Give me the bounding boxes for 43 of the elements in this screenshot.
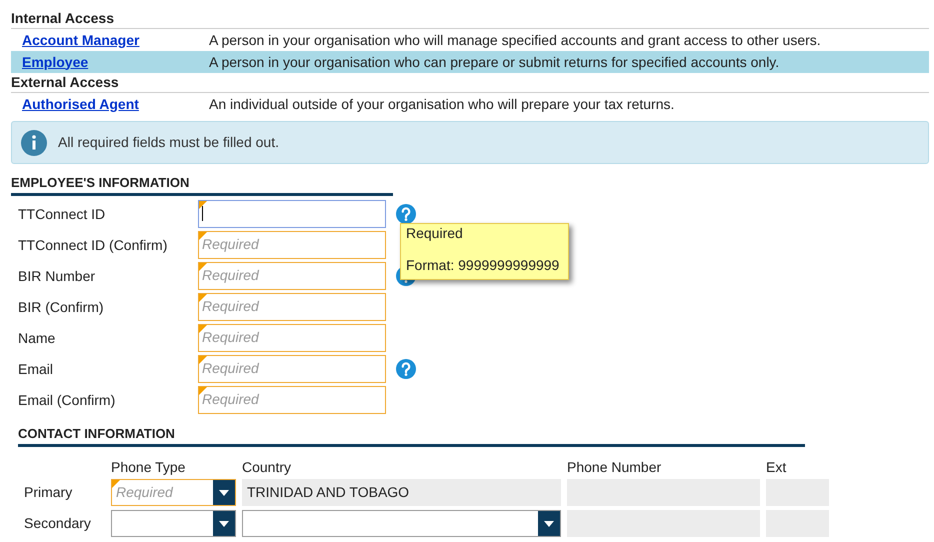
text-field[interactable]: Required <box>198 292 386 320</box>
tooltip-text: Format: 9999999999999 <box>406 257 560 273</box>
text-field[interactable]: Required <box>198 354 386 382</box>
role-description: An individual outside of your organisation who will prepare your tax returns. <box>209 94 674 114</box>
row-label: Primary <box>23 483 74 502</box>
text-field[interactable]: Required <box>198 230 386 258</box>
field-label: Email (Confirm) <box>17 391 116 410</box>
column-header: Phone Type <box>111 459 186 475</box>
country-select[interactable] <box>242 510 561 537</box>
country-field: TRINIDAD AND TOBAGO <box>242 479 561 506</box>
row-label: Secondary <box>23 514 92 533</box>
role-description: A person in your organisation who will manage specified accounts and grant access to other users. <box>209 30 821 50</box>
group-heading: External Access <box>11 73 929 93</box>
section-heading: CONTACT INFORMATION <box>18 426 175 441</box>
field-label: BIR Number <box>17 267 96 286</box>
alert-message: All required fields must be filled out. <box>58 133 279 152</box>
role-link[interactable]: Account Manager <box>11 30 209 50</box>
caret-icon <box>544 520 554 526</box>
column-header: Ext <box>766 459 788 475</box>
phone-type-select[interactable] <box>111 510 236 537</box>
field-label: TTConnect ID (Confirm) <box>17 236 168 255</box>
field-label: TTConnect ID <box>17 205 106 224</box>
text-field[interactable]: Required <box>198 386 386 414</box>
field-label: Name <box>17 329 56 348</box>
tooltip-text: Required <box>406 225 464 241</box>
field-label: BIR (Confirm) <box>17 298 105 317</box>
help-icon[interactable] <box>396 204 416 224</box>
group-heading: Internal Access <box>11 9 929 29</box>
role-description: A person in your organisation who can prepare or submit returns for specified accounts only. <box>209 52 780 72</box>
phone-type-select[interactable]: Required <box>111 479 236 506</box>
help-icon[interactable] <box>396 358 416 378</box>
text-field[interactable]: Required <box>198 324 386 352</box>
role-link[interactable]: Employee <box>11 52 209 72</box>
text-field[interactable]: Required <box>198 262 386 290</box>
role-link[interactable]: Authorised Agent <box>11 94 209 114</box>
caret-icon <box>219 490 229 496</box>
caret-icon <box>219 520 229 526</box>
section-heading: EMPLOYEE'S INFORMATION <box>11 175 190 190</box>
text-field[interactable] <box>198 200 386 228</box>
field-label: Email <box>17 360 54 379</box>
column-header: Country <box>242 459 292 475</box>
info-icon <box>21 130 47 156</box>
column-header: Phone Number <box>567 459 662 475</box>
